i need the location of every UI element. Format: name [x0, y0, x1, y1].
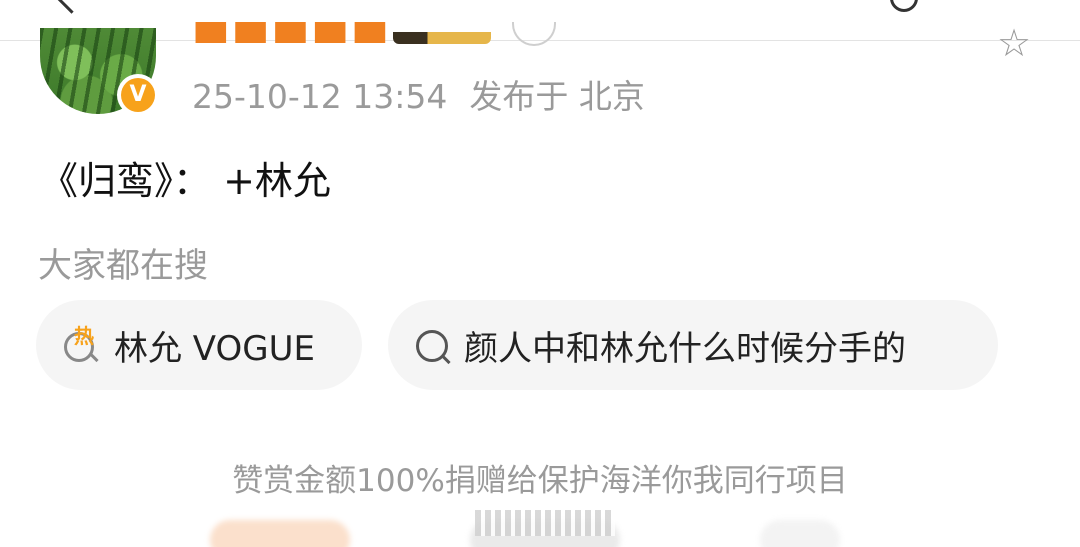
reward-supporters[interactable]: [0, 510, 1080, 547]
weibo-post-page: V ■■■■■ ☆ 25-10-12 13:54 发布于 北京 《归鸾》： +林允…: [0, 0, 1080, 547]
post-meta: 25-10-12 13:54 发布于 北京: [192, 70, 645, 118]
post-body: 《归鸾》： +林允: [40, 159, 331, 203]
verified-badge: V: [117, 74, 159, 116]
supporter-name-blur: [475, 510, 615, 536]
follow-icon[interactable]: [512, 22, 556, 46]
author-name-text: ■■■■■: [192, 22, 391, 48]
post-location: 发布于 北京: [469, 77, 645, 116]
supporter-avatar: [210, 520, 350, 547]
chip-label: 林允 VOGUE: [114, 328, 315, 369]
hot-search-icon: 热: [62, 324, 100, 364]
author-name[interactable]: ■■■■■: [192, 22, 392, 48]
chip-label: 颜人中和林允什么时候分手的: [464, 328, 906, 369]
related-search-chip[interactable]: 热 林允 VOGUE: [36, 300, 362, 390]
more-icon[interactable]: [890, 0, 918, 12]
verified-v-icon: V: [121, 78, 155, 112]
related-search-chip[interactable]: 颜人中和林允什么时候分手的: [388, 300, 998, 390]
star-icon[interactable]: ☆: [997, 28, 1037, 58]
back-icon[interactable]: [55, 0, 88, 14]
related-search-title: 大家都在搜: [38, 246, 208, 286]
post-timestamp: 25-10-12 13:54: [192, 77, 448, 116]
supporter-avatar: [760, 520, 840, 547]
search-icon: [414, 326, 452, 365]
vip-badge: [393, 32, 491, 44]
reward-notice: 赞赏金额100%捐赠给保护海洋你我同行项目: [232, 463, 848, 499]
